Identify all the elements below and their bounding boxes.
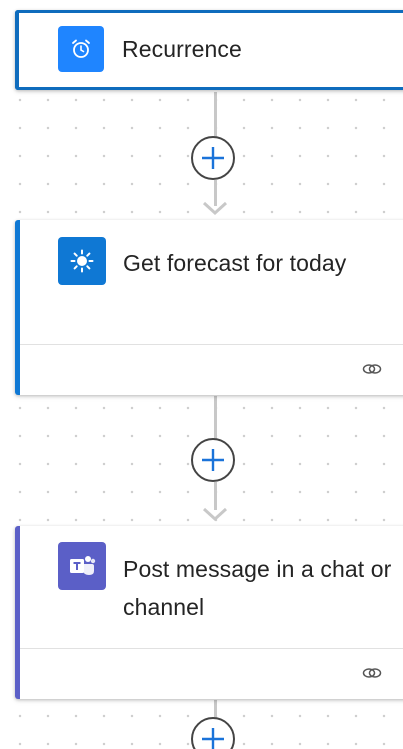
arrow-down-icon [202,507,228,522]
plus-icon [202,449,224,471]
step-card-recurrence[interactable]: Recurrence [15,10,403,90]
alarm-clock-icon [72,39,90,58]
insert-step-button[interactable] [191,717,235,749]
connector-line [214,396,217,442]
step-title: Recurrence [122,36,242,62]
step-icon-box [58,26,104,72]
step-icon-box [58,542,106,590]
link-icon[interactable] [362,361,382,377]
step-card-get-forecast[interactable]: Get forecast for today [15,220,403,395]
teams-icon [70,556,96,575]
step-footer [20,648,403,699]
plus-icon [202,728,224,749]
arrow-down-icon [202,201,228,216]
step-footer [20,344,403,395]
connector-line [214,92,217,140]
insert-step-button[interactable] [191,136,235,180]
plus-icon [202,147,224,169]
step-card-post-message[interactable]: Post message in a chat or channel [15,526,403,699]
link-icon[interactable] [362,665,382,681]
sun-icon [70,249,94,273]
step-title: Get forecast for today [123,250,347,276]
step-title: Post message in a chat or channel [123,556,392,620]
step-icon-box [58,237,106,285]
insert-step-button[interactable] [191,438,235,482]
